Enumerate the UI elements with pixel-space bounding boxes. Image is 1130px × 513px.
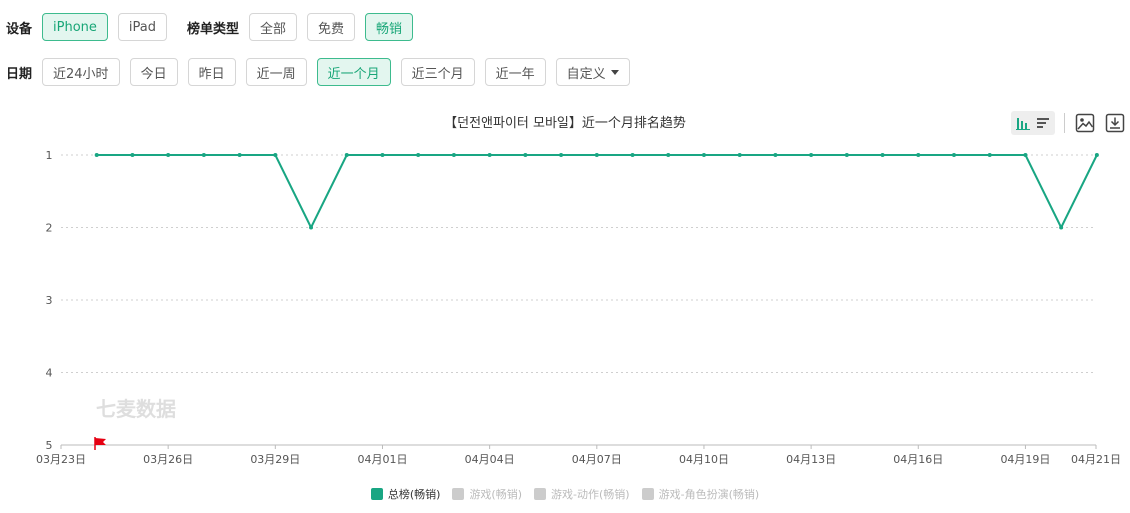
data-point bbox=[1094, 153, 1099, 157]
toolbar-divider bbox=[1064, 113, 1065, 133]
legend-item-0[interactable]: 总榜(畅销) bbox=[370, 486, 441, 502]
data-point bbox=[1023, 153, 1028, 157]
rank-trend-chart: 【던전앤파이터 모바일】近一个月排名趋势 1 2 3 4 503月23日 03月26日 03月… bbox=[36, 115, 1121, 466]
y-tick-label: 1 bbox=[46, 149, 53, 162]
legend-label: 游戏-动作(畅销) bbox=[551, 488, 630, 501]
list-icon[interactable] bbox=[1033, 113, 1053, 133]
data-point bbox=[487, 153, 492, 157]
data-point bbox=[773, 153, 778, 157]
data-point bbox=[273, 153, 278, 157]
data-point bbox=[94, 153, 99, 157]
x-tick-label: 04月01日 bbox=[357, 453, 407, 466]
y-tick-label: 5 bbox=[46, 439, 53, 452]
legend-label: 游戏(畅销) bbox=[469, 488, 523, 501]
x-tick-label: 03月29日 bbox=[250, 453, 300, 466]
legend-swatch bbox=[452, 488, 465, 500]
data-point bbox=[523, 153, 528, 157]
x-tick-label: 04月04日 bbox=[465, 453, 515, 466]
legend-label: 总榜(畅销) bbox=[387, 488, 441, 501]
legend-swatch bbox=[370, 488, 383, 500]
data-point bbox=[166, 153, 171, 157]
data-point bbox=[666, 153, 671, 157]
flag-icon bbox=[94, 437, 106, 450]
watermark-text: 七麦数据 bbox=[96, 397, 176, 421]
data-point bbox=[237, 153, 242, 157]
data-point bbox=[344, 153, 349, 157]
data-point bbox=[737, 153, 742, 157]
legend-item-3[interactable]: 游戏-角色扮演(畅销) bbox=[641, 486, 760, 502]
legend-swatch bbox=[534, 488, 547, 500]
legend-label: 游戏-角色扮演(畅销) bbox=[658, 488, 760, 501]
data-point bbox=[416, 153, 421, 157]
legend-swatch bbox=[641, 488, 654, 500]
data-point bbox=[630, 153, 635, 157]
chart-title: 【던전앤파이터 모바일】近一个月排名趋势 bbox=[444, 115, 686, 131]
legend-item-1[interactable]: 游戏(畅销) bbox=[452, 486, 522, 502]
data-point bbox=[201, 153, 206, 157]
data-point bbox=[559, 153, 564, 157]
x-tick-label: 04月21日 bbox=[1071, 453, 1121, 466]
data-point bbox=[130, 153, 135, 157]
data-point bbox=[309, 225, 314, 230]
chart-view-toggle bbox=[1011, 111, 1055, 135]
chart-toolbar bbox=[1011, 111, 1130, 135]
y-tick-label: 3 bbox=[46, 294, 53, 307]
data-point bbox=[880, 153, 885, 157]
data-point bbox=[594, 153, 599, 157]
y-tick-label: 4 bbox=[46, 367, 53, 380]
x-tick-label: 04月19日 bbox=[1000, 453, 1050, 466]
data-point bbox=[809, 153, 814, 157]
x-tick-label: 03月26日 bbox=[143, 453, 193, 466]
data-point bbox=[451, 153, 456, 157]
image-icon[interactable] bbox=[1074, 112, 1096, 134]
y-tick-label: 2 bbox=[46, 222, 53, 235]
x-tick-label: 04月07日 bbox=[572, 453, 622, 466]
x-tick-label: 03月23日 bbox=[36, 453, 86, 466]
data-point bbox=[1059, 225, 1064, 230]
x-tick-label: 04月10日 bbox=[679, 453, 729, 466]
chart-legend: 总榜(畅销) 游戏(畅销) 游戏-动作(畅销) 游戏-角色扮演(畅销) bbox=[0, 486, 1130, 502]
legend-item-2[interactable]: 游戏-动作(畅销) bbox=[534, 486, 630, 502]
data-point bbox=[701, 153, 706, 157]
data-point bbox=[952, 153, 956, 157]
data-point bbox=[844, 153, 849, 157]
x-tick-label: 04月13日 bbox=[786, 453, 836, 466]
data-point bbox=[380, 153, 385, 157]
data-point bbox=[987, 153, 992, 157]
data-point bbox=[916, 153, 921, 157]
download-icon[interactable] bbox=[1104, 112, 1126, 134]
bar-chart-icon[interactable] bbox=[1013, 113, 1033, 133]
x-tick-label: 04月16日 bbox=[893, 453, 943, 466]
series-line-0 bbox=[96, 154, 1098, 229]
